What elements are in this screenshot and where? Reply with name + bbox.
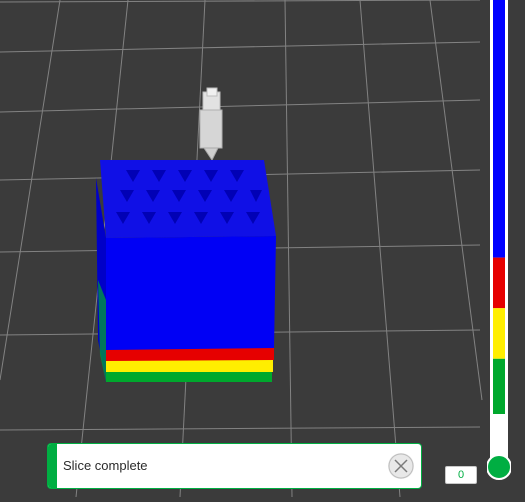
notification-accent-bar: [48, 444, 57, 488]
slider-segment-1: [493, 257, 505, 309]
close-icon[interactable]: [388, 453, 414, 479]
slider-thumb[interactable]: [486, 454, 512, 480]
slice-complete-notification: Slice complete: [47, 443, 422, 489]
build-plate-scene: [0, 0, 483, 497]
layer-slider[interactable]: [486, 0, 512, 497]
slider-segment-3: [493, 358, 505, 414]
slider-segment-2: [493, 308, 505, 359]
slider-segment-0: [493, 0, 505, 258]
layer-value-field[interactable]: 0: [445, 466, 477, 484]
notification-message: Slice complete: [63, 458, 148, 473]
3d-viewport[interactable]: [0, 0, 525, 497]
nozzle-icon: [199, 87, 223, 161]
sliced-model-preview: [96, 160, 276, 382]
layer-value: 0: [457, 469, 465, 481]
